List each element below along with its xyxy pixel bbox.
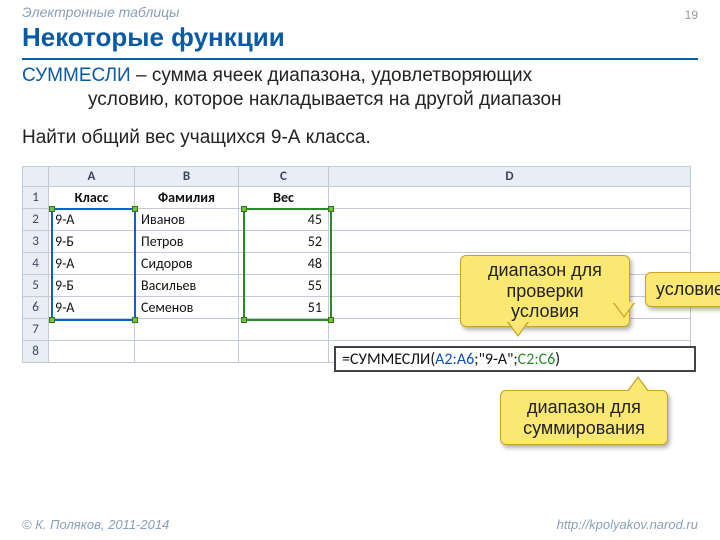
row-header[interactable]: 3: [23, 231, 49, 253]
function-name: СУММЕСЛИ: [22, 65, 131, 86]
header-cell-class[interactable]: Класс: [49, 187, 135, 209]
data-cell[interactable]: 48: [239, 253, 329, 275]
footer-url: http://kpolyakov.narod.ru: [557, 517, 698, 532]
callout-line: проверки: [506, 281, 583, 301]
data-cell[interactable]: 9-А: [49, 297, 135, 319]
row-header[interactable]: 8: [23, 341, 49, 363]
title-divider: [22, 58, 698, 60]
footer-copyright: © К. Поляков, 2011-2014: [22, 517, 169, 532]
callout-tail: [628, 378, 648, 392]
data-cell[interactable]: 51: [239, 297, 329, 319]
callout-range-sum: диапазон для суммирования: [500, 390, 668, 445]
callout-line: условия: [511, 301, 579, 321]
callout-line: суммирования: [523, 418, 645, 438]
data-cell[interactable]: 9-Б: [49, 231, 135, 253]
formula-criteria: 9-А: [485, 350, 507, 369]
col-header-b[interactable]: B: [135, 167, 239, 187]
data-cell[interactable]: Семенов: [135, 297, 239, 319]
data-cell[interactable]: 52: [239, 231, 329, 253]
empty-cell[interactable]: [135, 341, 239, 363]
formula-range2: C2:C6: [518, 350, 556, 369]
data-cell[interactable]: Сидоров: [135, 253, 239, 275]
empty-cell[interactable]: [49, 341, 135, 363]
callout-tail: [614, 302, 634, 316]
col-header-a[interactable]: A: [49, 167, 135, 187]
page-number: 19: [685, 8, 698, 22]
formula-sep: ;": [474, 350, 485, 369]
formula-range1: A2:A6: [435, 350, 474, 369]
empty-cell[interactable]: [329, 209, 691, 231]
data-cell[interactable]: 9-А: [49, 253, 135, 275]
callout-tail: [508, 321, 528, 335]
callout-line: условие: [656, 279, 720, 299]
header-cell-surname[interactable]: Фамилия: [135, 187, 239, 209]
definition-text: СУММЕСЛИ – сумма ячеек диапазона, удовле…: [22, 64, 698, 112]
formula-sep: ";: [507, 350, 518, 369]
data-cell[interactable]: 9-А: [49, 209, 135, 231]
data-cell[interactable]: 9-Б: [49, 275, 135, 297]
row-header[interactable]: 1: [23, 187, 49, 209]
data-cell[interactable]: 55: [239, 275, 329, 297]
data-cell[interactable]: Васильев: [135, 275, 239, 297]
empty-cell[interactable]: [239, 341, 329, 363]
row-header[interactable]: 5: [23, 275, 49, 297]
formula-cell[interactable]: =СУММЕСЛИ(A2:A6;"9-А";C2:C6): [334, 346, 696, 372]
callout-line: диапазон для: [527, 397, 641, 417]
callout-line: диапазон для: [488, 260, 602, 280]
row-header[interactable]: 4: [23, 253, 49, 275]
callout-criteria: условие: [645, 272, 720, 307]
page-title: Некоторые функции: [22, 22, 285, 53]
col-header-c[interactable]: C: [239, 167, 329, 187]
definition-line1: – сумма ячеек диапазона, удовлетворяющих: [131, 65, 532, 86]
definition-line2: условию, которое накладывается на другой…: [88, 88, 698, 112]
empty-cell[interactable]: [135, 319, 239, 341]
empty-cell[interactable]: [329, 231, 691, 253]
corner-cell[interactable]: [23, 167, 49, 187]
data-cell[interactable]: Иванов: [135, 209, 239, 231]
data-cell[interactable]: Петров: [135, 231, 239, 253]
formula-close: ): [555, 350, 560, 369]
empty-cell[interactable]: [329, 187, 691, 209]
row-header[interactable]: 6: [23, 297, 49, 319]
row-header[interactable]: 7: [23, 319, 49, 341]
empty-cell[interactable]: [49, 319, 135, 341]
col-header-d[interactable]: D: [329, 167, 691, 187]
data-cell[interactable]: 45: [239, 209, 329, 231]
row-header[interactable]: 2: [23, 209, 49, 231]
empty-cell[interactable]: [239, 319, 329, 341]
formula-eq: =: [342, 350, 350, 369]
task-text: Найти общий вес учащихся 9-А класса.: [22, 126, 698, 150]
header-cell-weight[interactable]: Вес: [239, 187, 329, 209]
callout-range-check: диапазон для проверки условия: [460, 255, 630, 327]
section-label: Электронные таблицы: [22, 4, 179, 20]
formula-fn: СУММЕСЛИ(: [350, 350, 435, 369]
